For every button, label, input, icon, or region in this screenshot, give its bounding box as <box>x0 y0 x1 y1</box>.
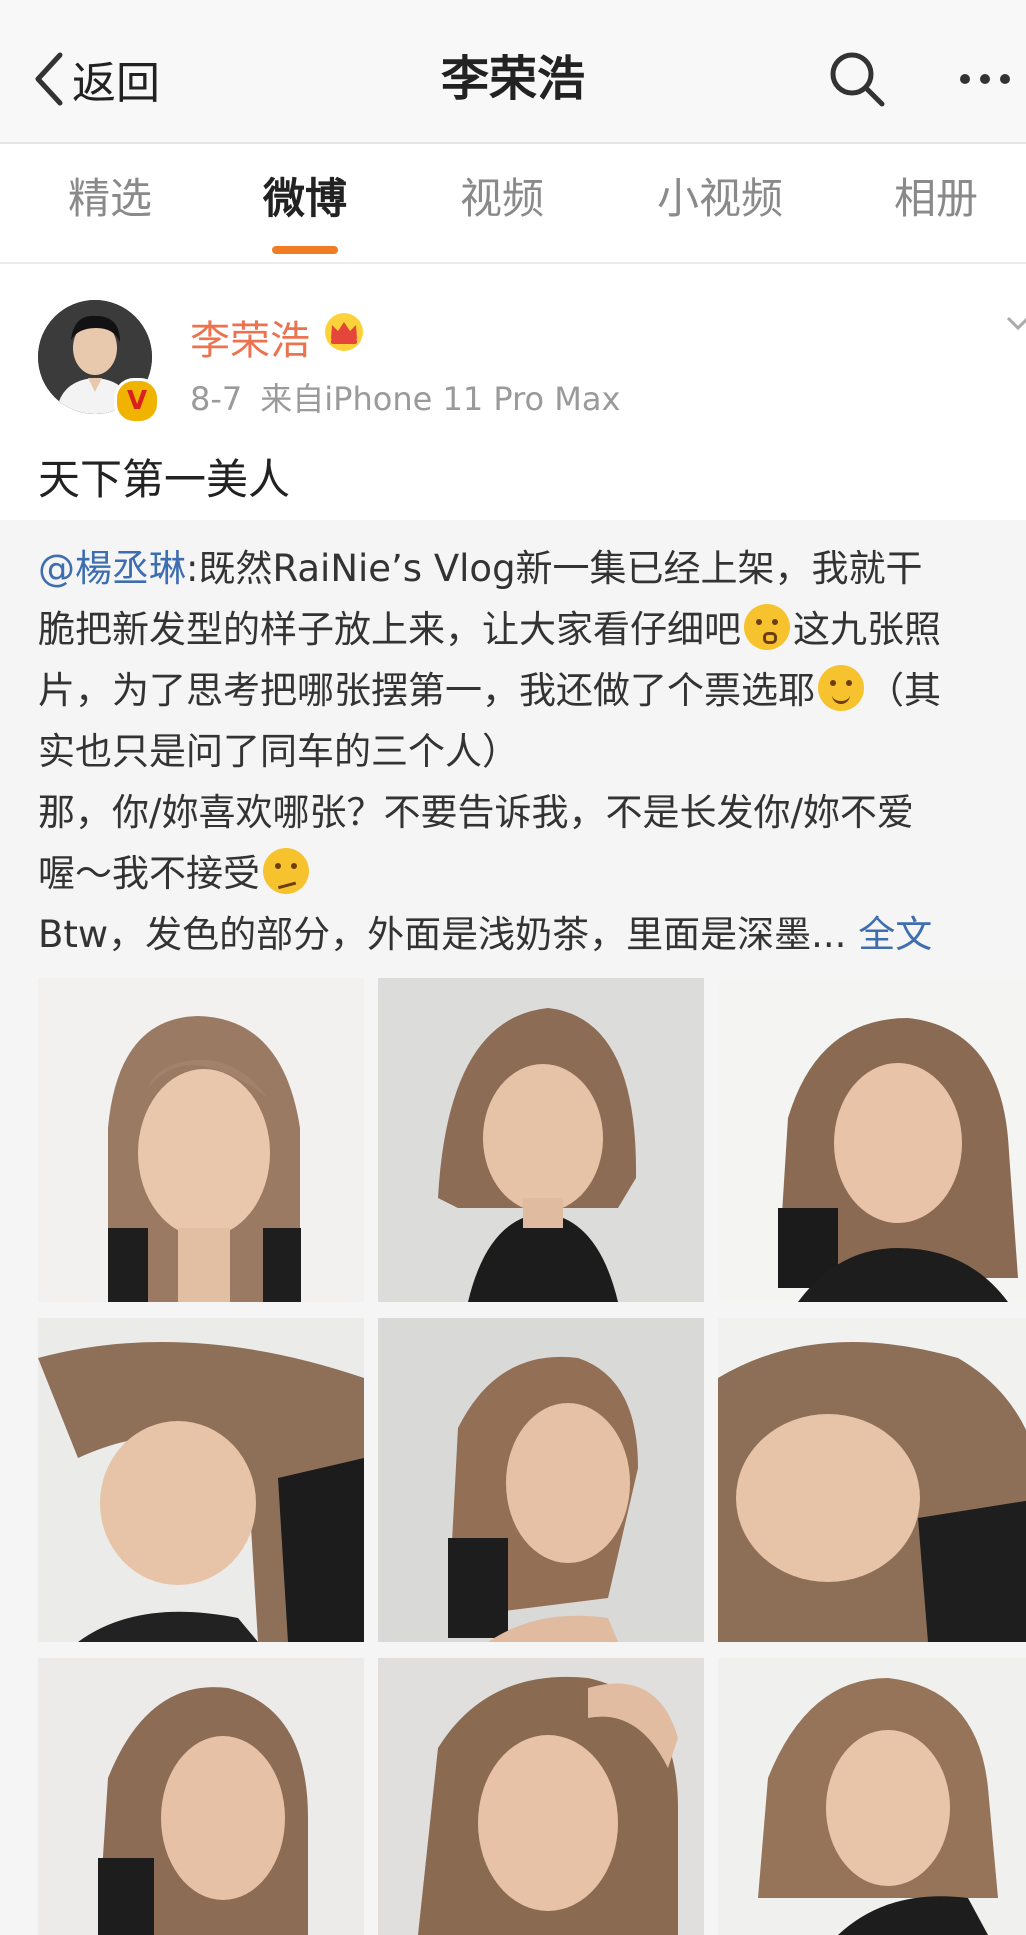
photo-2-image <box>378 978 704 1302</box>
repost-line-6: 喔～我不接受 <box>38 852 260 895</box>
repost-line-1: :既然RaiNie’s Vlog新一集已经上架，我就干 <box>186 547 923 590</box>
photo-6[interactable] <box>718 1318 1026 1642</box>
photo-1[interactable] <box>38 978 364 1302</box>
photo-8-image <box>378 1658 704 1935</box>
tab-bar: 精选 微博 视频 小视频 相册 <box>0 144 1026 264</box>
photo-3-image <box>718 978 1026 1302</box>
repost-line-4: 实也只是问了同车的三个人） <box>38 730 519 773</box>
photo-5[interactable] <box>378 1318 704 1642</box>
tab-videos[interactable]: 视频 <box>432 144 572 262</box>
photo-8[interactable] <box>378 1658 704 1935</box>
photo-4[interactable] <box>38 1318 364 1642</box>
photo-6-image <box>718 1318 1026 1642</box>
post-text: 天下第一美人 <box>38 455 291 504</box>
photo-3[interactable] <box>718 978 1026 1302</box>
repost-line-2b: 这九张照 <box>793 608 941 651</box>
tab-albums[interactable]: 相册 <box>866 144 1006 262</box>
crown-icon <box>325 313 363 351</box>
sweat-smile-emoji-icon <box>818 665 864 711</box>
weibo-profile-screen: 返回 李荣浩 精选 微博 视频 小视频 相册 V 李荣浩 8-7 来自iPhon… <box>0 0 1026 1935</box>
photo-9-image <box>718 1658 1026 1935</box>
post-source: 来自iPhone 11 Pro Max <box>260 380 621 418</box>
photo-7-image <box>38 1658 364 1935</box>
post-meta: 8-7 来自iPhone 11 Pro Max <box>190 374 620 420</box>
photo-7[interactable] <box>38 1658 364 1935</box>
verified-badge: V <box>114 378 160 424</box>
more-icon <box>960 74 1010 84</box>
mention-link[interactable]: @楊丞琳 <box>38 547 186 590</box>
tab-short-videos[interactable]: 小视频 <box>640 144 800 262</box>
back-button[interactable]: 返回 <box>30 44 160 114</box>
repost-line-3b: （其 <box>867 669 941 712</box>
chevron-down-icon[interactable] <box>1006 312 1026 336</box>
active-tab-indicator <box>272 246 338 254</box>
nav-header: 返回 李荣浩 <box>0 0 1026 144</box>
author-name[interactable]: 李荣浩 <box>190 308 310 366</box>
photo-5-image <box>378 1318 704 1642</box>
photo-4-image <box>38 1318 364 1642</box>
repost-line-7: Btw，发色的部分，外面是浅奶茶，里面是深墨... <box>38 913 847 956</box>
repost-text: @楊丞琳:既然RaiNie’s Vlog新一集已经上架，我就干 脆把新发型的样子… <box>38 538 1026 965</box>
search-icon <box>830 52 885 107</box>
kissing-emoji-icon <box>744 604 790 650</box>
photo-9[interactable] <box>718 1658 1026 1935</box>
read-more-link[interactable]: 全文 <box>858 913 932 956</box>
more-button[interactable] <box>955 44 1025 114</box>
woozy-emoji-icon <box>263 848 309 894</box>
chevron-left-icon <box>35 52 63 106</box>
post-date: 8-7 <box>190 380 243 418</box>
tab-featured[interactable]: 精选 <box>40 144 180 262</box>
photo-1-image <box>38 978 364 1302</box>
photo-2[interactable] <box>378 978 704 1302</box>
repost-line-5: 那，你/妳喜欢哪张？不要告诉我，不是长发你/妳不爱 <box>38 791 914 834</box>
repost-line-2a: 脆把新发型的样子放上来，让大家看仔细吧 <box>38 608 741 651</box>
back-label: 返回 <box>72 58 160 109</box>
repost-line-3a: 片，为了思考把哪张摆第一，我还做了个票选耶 <box>38 669 815 712</box>
tab-weibo[interactable]: 微博 <box>235 144 375 262</box>
search-button[interactable] <box>822 44 892 114</box>
